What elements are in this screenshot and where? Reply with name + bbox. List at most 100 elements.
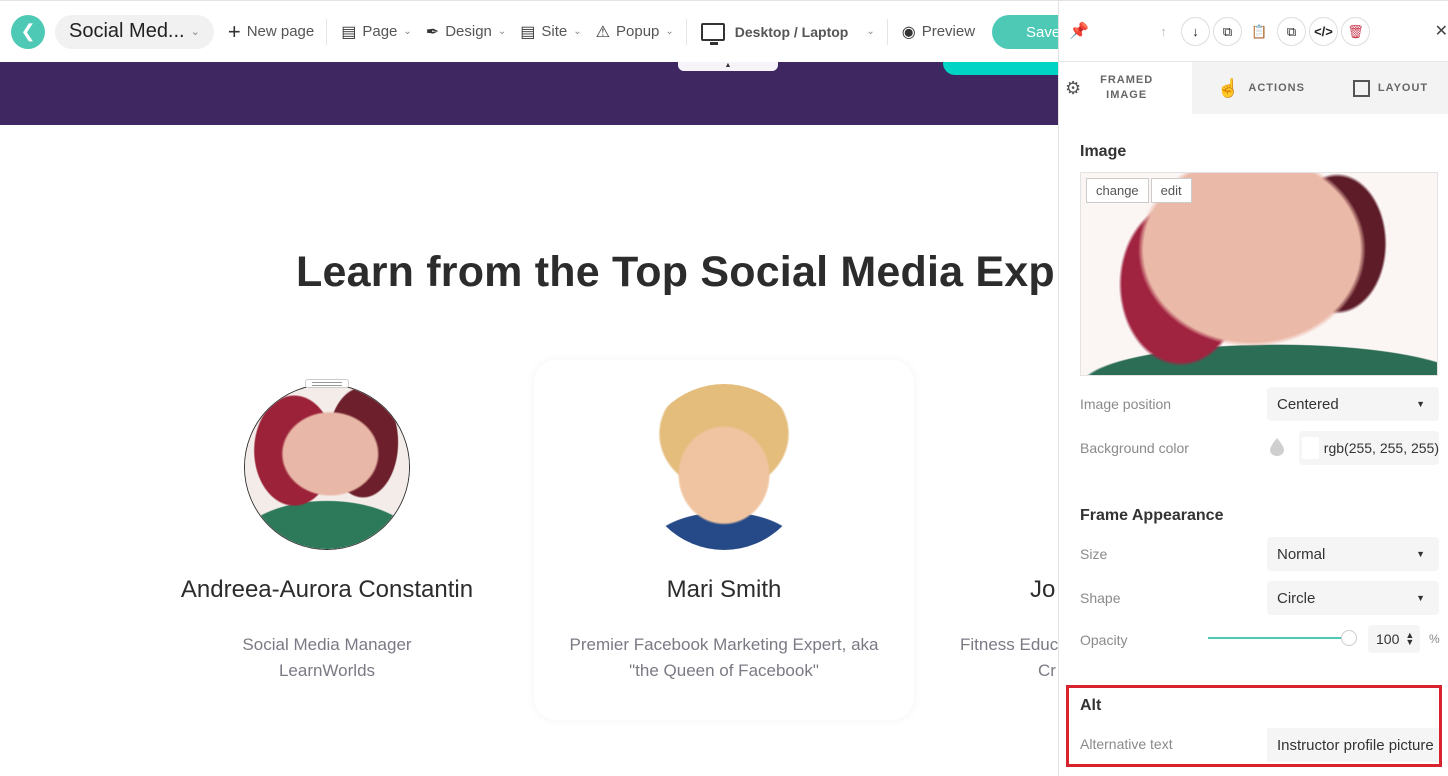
hero-cta-button[interactable] [943, 62, 1058, 75]
element-actions: ↑ ↓ ⧉ 📋 ⧉ </> 🗑 [1149, 17, 1370, 46]
instructor-role: Fitness Educ Cr [960, 632, 1058, 684]
duplicate-button[interactable]: ⧉ [1277, 17, 1306, 46]
gear-icon: ⚙ [1065, 77, 1083, 98]
tab-actions[interactable]: ☝ ACTIONS [1217, 62, 1305, 114]
chevron-down-icon: ⌄ [866, 26, 875, 37]
tab-layout[interactable]: LAYOUT [1352, 62, 1429, 114]
image-position-select[interactable]: Centered ▼ [1267, 387, 1439, 421]
caret-down-icon: ▼ [1416, 593, 1425, 603]
drag-handle[interactable] [305, 379, 349, 388]
section-collapse-handle[interactable]: ▲ [678, 62, 778, 71]
chevron-down-icon: ⌄ [665, 26, 674, 37]
tab-label: LAYOUT [1377, 82, 1429, 94]
instructor-card[interactable]: Mari Smith Premier Facebook Marketing Ex… [534, 360, 914, 720]
divider [886, 18, 888, 45]
opacity-label: Opacity [1080, 632, 1128, 648]
role-line: Social Media Manager [242, 635, 412, 654]
select-value: Normal [1277, 545, 1326, 563]
section-heading[interactable]: Learn from the Top Social Media Exp [296, 248, 1055, 297]
copy-style-button[interactable]: ⧉ [1213, 17, 1242, 46]
move-up-button[interactable]: ↑ [1149, 17, 1178, 46]
size-select[interactable]: Normal ▼ [1267, 537, 1439, 571]
hero-section[interactable] [0, 62, 1058, 125]
opacity-slider-track[interactable] [1208, 637, 1348, 639]
chevron-down-icon: ⌄ [190, 26, 200, 38]
trash-icon: 🗑 [1347, 23, 1364, 39]
code-icon: </> [1314, 24, 1333, 39]
preview-button[interactable]: ◉ Preview [902, 22, 975, 42]
site-selector[interactable]: Social Med... ⌄ [55, 14, 214, 49]
image-preview: change edit [1080, 172, 1438, 376]
instructor-card[interactable]: Jo Fitness Educ Cr [931, 360, 1058, 720]
page-menu[interactable]: ▤ Page ⌄ [341, 22, 412, 42]
caret-down-icon: ▼ [1416, 549, 1425, 559]
arrow-up-icon: ↑ [1160, 24, 1167, 39]
role-line: Cr [1038, 661, 1056, 680]
move-down-button[interactable]: ↓ [1181, 17, 1210, 46]
select-value: Circle [1277, 589, 1316, 607]
stepper-icon[interactable]: ▲ ▼ [1405, 631, 1414, 647]
page-builder: ❮ Social Med... ⌄ + New page ▤ Page ⌄ ✒ … [0, 0, 1448, 776]
instructor-name: Jo [1030, 576, 1056, 603]
copy-style-icon: ⧉ [1222, 23, 1233, 39]
caret-down-icon: ▼ [1416, 399, 1425, 409]
preview-label: Preview [921, 23, 976, 40]
frame-section-title: Frame Appearance [1080, 507, 1224, 524]
divider [326, 18, 328, 45]
code-button[interactable]: </> [1309, 17, 1338, 46]
portrait-image [1081, 173, 1437, 375]
tab-framed-image[interactable]: ⚙ FRAMED IMAGE [1059, 62, 1192, 114]
portrait-image [641, 384, 807, 550]
opacity-input[interactable]: 100 ▲ ▼ [1368, 625, 1420, 653]
alt-text-input[interactable]: Instructor profile picture [1267, 728, 1439, 762]
select-value: Centered [1277, 395, 1339, 413]
site-name: Social Med... [69, 20, 185, 42]
device-selector[interactable]: Desktop / Laptop ⌄ [700, 22, 875, 45]
site-menu[interactable]: ▤ Site ⌄ [520, 22, 581, 42]
new-page-button[interactable]: + New page [228, 19, 314, 45]
opacity-slider-thumb[interactable] [1341, 630, 1357, 646]
instructor-name: Mari Smith [666, 576, 782, 603]
instructor-role: Premier Facebook Marketing Expert, aka "… [534, 632, 914, 684]
eyedropper-drop-icon[interactable] [1270, 438, 1284, 456]
paste-button[interactable]: 📋 [1245, 17, 1274, 46]
design-menu[interactable]: ✒ Design ⌄ [426, 22, 507, 42]
color-value: rgb(255, 255, 255) [1323, 440, 1439, 456]
browser-icon: ▤ [520, 23, 536, 41]
delete-button[interactable]: 🗑 [1341, 17, 1370, 46]
brush-icon: ✒ [425, 23, 440, 41]
divider [685, 18, 687, 45]
portrait-image [245, 385, 409, 549]
color-swatch[interactable] [1302, 437, 1319, 459]
document-icon: ▤ [341, 23, 357, 41]
page-menu-label: Page [362, 23, 398, 40]
opacity-value: 100 [1376, 631, 1400, 647]
close-icon[interactable]: ✕ [1435, 21, 1448, 41]
background-color-label: Background color [1080, 440, 1189, 456]
page-canvas: ▲ Learn from the Top Social Media Exp An… [0, 62, 1058, 776]
instructor-avatar[interactable] [641, 384, 807, 550]
top-toolbar: ❮ Social Med... ⌄ + New page ▤ Page ⌄ ✒ … [0, 0, 1102, 62]
tab-label: ACTIONS [1248, 82, 1305, 94]
panel-header: 📌 ↑ ↓ ⧉ 📋 ⧉ </> 🗑 ✕ [1059, 0, 1448, 62]
popup-menu[interactable]: ⚠ Popup ⌄ [596, 22, 674, 42]
shape-select[interactable]: Circle ▼ [1267, 581, 1439, 615]
arrow-down-icon: ↓ [1192, 24, 1199, 39]
edit-image-button[interactable]: edit [1150, 178, 1192, 203]
instructor-avatar-selected[interactable] [244, 384, 410, 550]
role-line: Fitness Educ [960, 635, 1058, 654]
chevron-left-icon: ❮ [20, 21, 36, 41]
instructor-name: Andreea-Aurora Constantin [180, 576, 474, 603]
change-image-button[interactable]: change [1086, 178, 1149, 203]
instructor-card[interactable]: Andreea-Aurora Constantin Social Media M… [137, 360, 517, 720]
pin-icon[interactable]: 📌 [1069, 21, 1089, 41]
panel-tabs: ⚙ FRAMED IMAGE ☝ ACTIONS LAYOUT [1059, 62, 1448, 114]
chevron-down-icon: ⌄ [403, 26, 412, 37]
eye-icon: ◉ [901, 23, 916, 41]
instructor-role: Social Media Manager LearnWorlds [137, 632, 517, 684]
back-button[interactable]: ❮ [11, 14, 45, 49]
duplicate-icon: ⧉ [1286, 23, 1297, 39]
background-color-input[interactable]: rgb(255, 255, 255) [1299, 431, 1439, 465]
shape-label: Shape [1080, 590, 1121, 606]
chevron-down-icon: ⌄ [573, 26, 582, 37]
